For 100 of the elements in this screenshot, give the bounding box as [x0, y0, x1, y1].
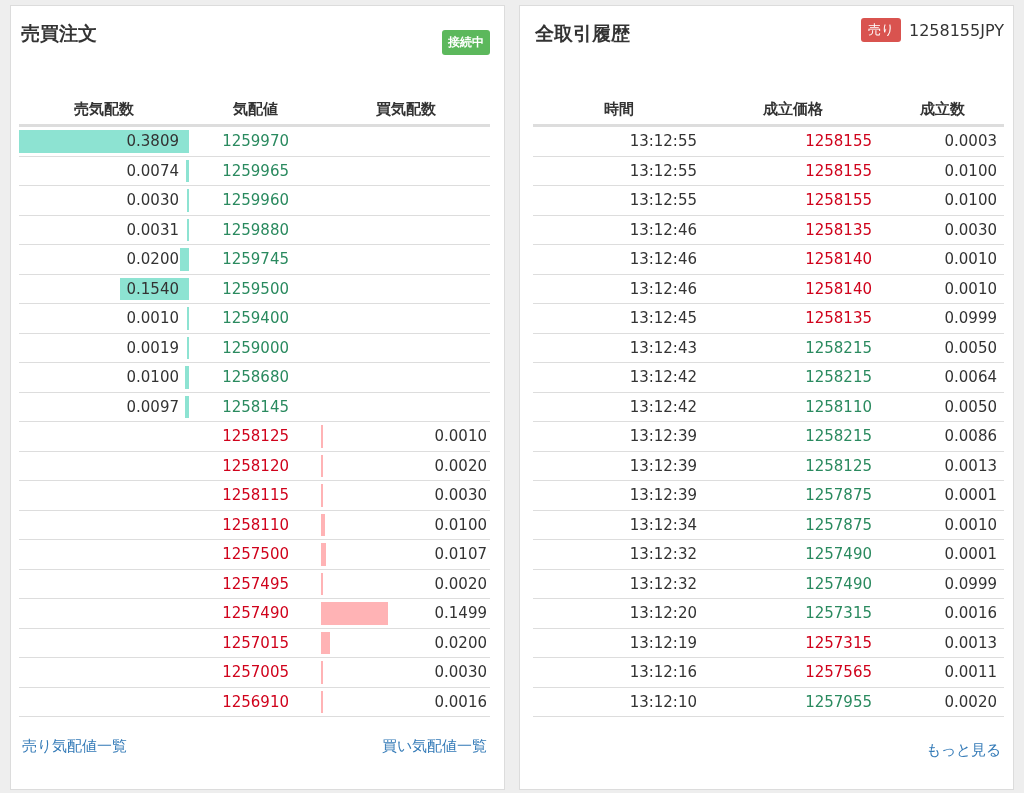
more-link[interactable]: もっと見る	[926, 741, 1001, 760]
table-cell: 1259745	[222, 250, 289, 269]
table-cell-text: 1258125	[804, 456, 873, 475]
table-cell-text: 13:12:39	[628, 486, 698, 505]
table-cell-text: 0.0050	[943, 397, 998, 416]
table-cell: 0.0030	[434, 486, 487, 505]
table-cell-text: 13:12:32	[628, 545, 698, 564]
table-cell-text: 13:12:55	[628, 191, 698, 210]
last-price: 1258155JPY	[908, 20, 1004, 40]
panel-title: 売買注文	[20, 21, 97, 46]
table-cell-text: 1257875	[804, 515, 873, 534]
table-cell-text: 13:12:55	[628, 161, 698, 180]
table-cell-text: 0.0010	[943, 515, 998, 534]
table-cell: 0.0030	[434, 663, 487, 682]
table-cell: 0.0107	[434, 545, 487, 564]
table-cell-text: 1257490	[804, 545, 873, 564]
table-cell: 0.0200	[126, 250, 179, 269]
table-cell-text: 0.0999	[943, 574, 998, 593]
table-cell-text: 13:12:46	[628, 250, 698, 269]
table-cell: 0.0074	[126, 161, 179, 180]
table-cell-text: 13:12:42	[628, 368, 698, 387]
table-cell: 0.0200	[434, 633, 487, 652]
table-cell-text: 1258155	[804, 132, 873, 151]
table-cell-text: 0.0086	[943, 427, 998, 446]
table-cell-text: 1258215	[804, 338, 873, 357]
table-cell-text: 0.0010	[943, 250, 998, 269]
table-cell-text: 1258155	[804, 191, 873, 210]
table-cell: 0.0010	[434, 427, 487, 446]
table-cell-text: 1257315	[804, 633, 873, 652]
table-cell: 0.0030	[126, 191, 179, 210]
table-cell-text: 1258140	[804, 279, 873, 298]
table-cell-text: 0.0100	[943, 161, 998, 180]
link[interactable]: 売り気配値一覧	[22, 737, 127, 756]
table-cell-text: 13:12:42	[628, 397, 698, 416]
table-cell: 1258680	[222, 368, 289, 387]
table-cell: 0.0020	[434, 456, 487, 475]
table-cell-text: 0.0011	[943, 663, 998, 682]
column-header: 時間	[603, 99, 635, 119]
table-cell: 1258115	[222, 486, 289, 505]
table-cell: 1258120	[222, 456, 289, 475]
panel-title: 全取引履歴	[534, 21, 630, 46]
table-cell-text: 0.0030	[943, 220, 998, 239]
table-cell: 0.3809	[126, 132, 179, 151]
table-cell: 0.0100	[434, 515, 487, 534]
table-cell: 0.1540	[126, 279, 179, 298]
table-cell-text: 0.0016	[943, 604, 998, 623]
table-cell-text: 13:12:39	[628, 456, 698, 475]
table-cell-text: 0.0001	[943, 486, 998, 505]
table-cell-text: 0.0013	[943, 633, 998, 652]
table-cell: 1259000	[222, 338, 289, 357]
table-cell-text: 0.0100	[943, 191, 998, 210]
table-cell: 1259880	[222, 220, 289, 239]
table-cell-text: 13:12:46	[628, 220, 698, 239]
table-cell-text: 0.0050	[943, 338, 998, 357]
table-cell-text: 1257315	[804, 604, 873, 623]
table-cell-text: 1258155	[804, 161, 873, 180]
table-cell-text: 13:12:55	[628, 132, 698, 151]
table-cell: 1257005	[222, 663, 289, 682]
table-cell: 1258145	[222, 397, 289, 416]
table-cell: 0.0019	[126, 338, 179, 357]
table-cell: 1257015	[222, 633, 289, 652]
link[interactable]: 買い気配値一覧	[382, 737, 487, 756]
table-cell-text: 0.0010	[943, 279, 998, 298]
table-cell-text: 1257490	[804, 574, 873, 593]
table-cell-text: 13:12:20	[628, 604, 698, 623]
table-cell-text: 0.0001	[943, 545, 998, 564]
table-cell-text: 1258215	[804, 427, 873, 446]
table-cell: 1259960	[222, 191, 289, 210]
table-cell: 0.0020	[434, 574, 487, 593]
table-cell-text: 13:12:43	[628, 338, 698, 357]
table-cell: 0.0097	[126, 397, 179, 416]
column-header: 成立数	[919, 99, 966, 119]
table-cell-text: 0.0064	[943, 368, 998, 387]
table-cell-text: 13:12:10	[628, 692, 698, 711]
table-cell-text: 1257875	[804, 486, 873, 505]
side-badge: 売り	[860, 18, 901, 42]
table-cell-text: 13:12:39	[628, 427, 698, 446]
table-cell: 1259970	[222, 132, 289, 151]
table-cell-text: 0.0013	[943, 456, 998, 475]
table-cell: 1259965	[222, 161, 289, 180]
table-cell: 0.0031	[126, 220, 179, 239]
table-cell: 1256910	[222, 692, 289, 711]
table-cell: 1257500	[222, 545, 289, 564]
table-cell-text: 1257955	[804, 692, 873, 711]
table-cell-text: 13:12:16	[628, 663, 698, 682]
table-cell-text: 1258135	[804, 220, 873, 239]
table-cell-text: 1258215	[804, 368, 873, 387]
table-cell: 0.0016	[434, 692, 487, 711]
column-header: 気配値	[231, 99, 279, 119]
table-cell-text: 0.0003	[943, 132, 998, 151]
table-cell: 0.0010	[126, 309, 179, 328]
table-cell-text: 1257565	[804, 663, 873, 682]
table-cell: 1259500	[222, 279, 289, 298]
table-cell-text: 1258140	[804, 250, 873, 269]
column-header: 買気配数	[375, 99, 437, 119]
table-cell-text: 13:12:19	[628, 633, 698, 652]
table-cell: 1258110	[222, 515, 289, 534]
table-cell-text: 1258135	[804, 309, 873, 328]
table-cell: 0.1499	[434, 604, 487, 623]
table-cell-text: 0.0999	[943, 309, 998, 328]
